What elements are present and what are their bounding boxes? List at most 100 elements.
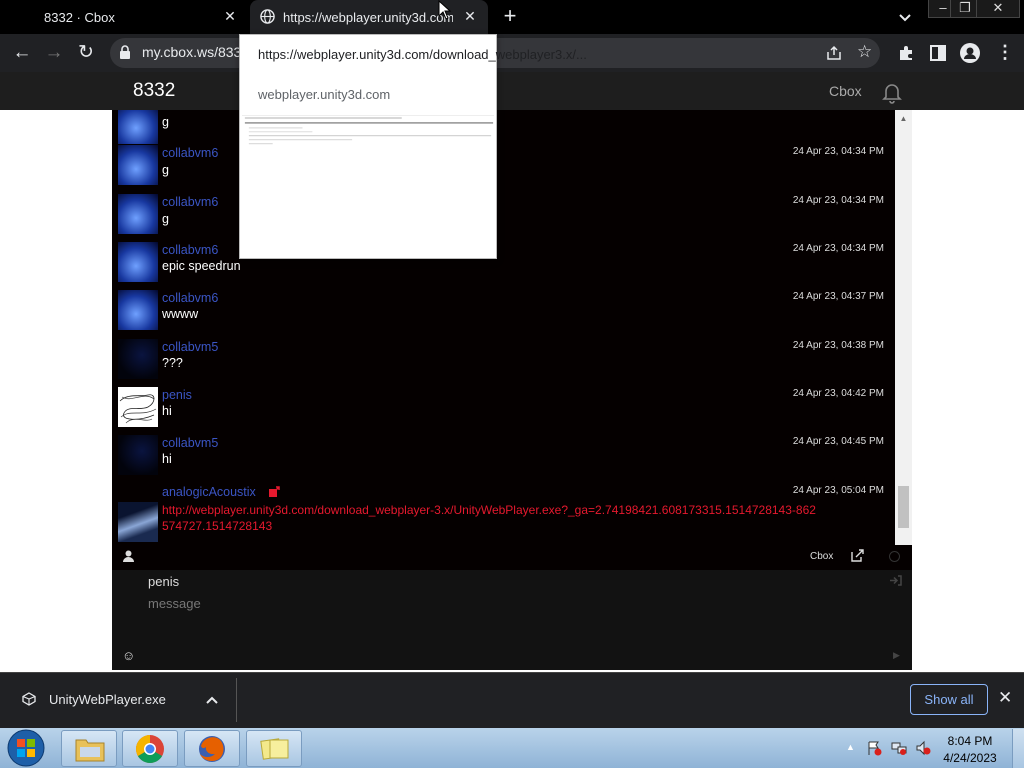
avatar [118, 110, 158, 144]
message-text: hi [162, 404, 172, 418]
scroll-up-arrow-icon[interactable]: ▲ [898, 114, 909, 124]
message-username[interactable]: collabvm6 [162, 243, 218, 257]
page-title: 8332 [133, 80, 176, 101]
avatar [118, 387, 158, 427]
tab-title: https://webplayer.unity3d.com/d [283, 9, 453, 25]
message-text: hi [162, 452, 172, 466]
system-clock[interactable]: 8:04 PM 4/24/2023 [935, 733, 1005, 767]
message-username[interactable]: collabvm5 [162, 340, 218, 354]
message-timestamp: 24 Apr 23, 04:37 PM [792, 291, 884, 302]
message-username[interactable]: analogicAcoustix [162, 485, 256, 499]
message-link[interactable]: http://webplayer.unity3d.com/download_we… [162, 502, 822, 534]
avatar [118, 290, 158, 330]
new-tab-button[interactable]: + [500, 5, 520, 27]
message-username[interactable]: collabvm6 [162, 146, 218, 160]
extensions-puzzle-icon[interactable] [897, 44, 915, 62]
name-input[interactable]: penis [148, 574, 179, 589]
loading-circle-icon [889, 551, 900, 562]
avatar [118, 194, 158, 234]
show-all-button[interactable]: Show all [910, 684, 988, 715]
taskbar-explorer-button[interactable] [61, 730, 117, 767]
message-username[interactable]: collabvm6 [162, 291, 218, 305]
reload-icon[interactable]: ↻ [75, 42, 97, 64]
tray-expand-icon[interactable]: ▲ [846, 742, 855, 752]
emoji-icon[interactable]: ☺ [122, 648, 135, 663]
back-icon[interactable]: ← [11, 42, 33, 64]
chat-footer-bar [112, 545, 912, 570]
mouse-cursor-icon [438, 0, 452, 20]
message-username[interactable]: penis [162, 388, 192, 402]
url-text[interactable]: my.cbox.ws/8332 [142, 44, 249, 60]
volume-muted-icon[interactable] [915, 740, 931, 756]
window-close-button[interactable]: ✕ [976, 0, 1020, 18]
start-button-icon[interactable] [6, 729, 46, 767]
download-filename[interactable]: UnityWebPlayer.exe [49, 692, 166, 707]
menu-kebab-icon[interactable]: ⋮ [996, 42, 1014, 63]
lock-icon[interactable] [119, 45, 131, 59]
message-text: epic speedrun [162, 259, 241, 273]
tab-unity-active[interactable]: https://webplayer.unity3d.com/d ✕ [250, 0, 488, 34]
share-icon[interactable] [825, 44, 843, 62]
side-panel-icon[interactable] [929, 44, 947, 62]
tooltip-url: https://webplayer.unity3d.com/download_w… [258, 47, 587, 62]
chat-message-list[interactable]: g collabvm6 g 24 Apr 23, 04:34 PM collab… [112, 110, 912, 545]
unity-file-icon [22, 692, 36, 706]
avatar [118, 339, 158, 379]
globe-icon [260, 9, 275, 24]
show-desktop-button[interactable] [1012, 729, 1024, 768]
message-input[interactable]: message [148, 596, 201, 611]
folder-icon [75, 739, 105, 762]
tab-close-icon[interactable]: ✕ [222, 8, 238, 24]
page-thumbnail [242, 115, 494, 255]
message-text: g [162, 163, 169, 177]
message-text: wwww [162, 307, 199, 321]
avatar [118, 145, 158, 185]
clock-date: 4/24/2023 [943, 751, 997, 765]
forward-icon[interactable]: → [43, 42, 65, 64]
taskbar-firefox-button[interactable] [184, 730, 240, 767]
tab-cbox[interactable]: 8332 · Cbox ✕ [0, 0, 248, 34]
tab-title: 8332 · Cbox [44, 9, 115, 25]
bookmark-star-icon[interactable]: ☆ [857, 42, 872, 62]
link-preview-tooltip: https://webplayer.unity3d.com/download_w… [239, 34, 587, 259]
message-timestamp: 24 Apr 23, 04:34 PM [792, 195, 884, 206]
chat-scrollbar[interactable] [895, 110, 912, 545]
divider [236, 678, 237, 722]
sign-in-icon[interactable] [889, 575, 902, 586]
cbox-footer-link[interactable]: Cbox [810, 551, 833, 562]
firefox-icon [199, 736, 225, 762]
message-text: ??? [162, 356, 183, 370]
scrollbar-thumb[interactable] [898, 486, 909, 528]
message-username[interactable]: collabvm5 [162, 436, 218, 450]
avatar [118, 435, 158, 475]
avatar [118, 242, 158, 282]
user-icon[interactable] [123, 550, 134, 562]
popout-icon[interactable] [851, 549, 864, 562]
network-icon[interactable] [891, 740, 907, 756]
avatar [118, 502, 158, 542]
message-timestamp: 24 Apr 23, 04:34 PM [792, 243, 884, 254]
message-text: g [162, 212, 169, 226]
sticky-notes-icon [260, 738, 289, 760]
tab-search-chevron-icon[interactable] [896, 8, 914, 26]
post-form [112, 570, 912, 670]
chrome-icon [136, 735, 164, 763]
external-link-icon[interactable] [268, 486, 280, 498]
message-username[interactable]: collabvm6 [162, 195, 218, 209]
taskbar-notes-button[interactable] [246, 730, 302, 767]
message-timestamp: 24 Apr 23, 04:38 PM [792, 340, 884, 351]
tab-close-icon[interactable]: ✕ [462, 8, 478, 24]
close-shelf-icon[interactable]: ✕ [998, 688, 1012, 708]
chevron-up-icon[interactable] [205, 693, 219, 707]
message-timestamp: 24 Apr 23, 04:42 PM [792, 388, 884, 399]
notification-bell-icon[interactable] [880, 80, 904, 104]
action-center-flag-icon[interactable] [866, 740, 882, 756]
profile-avatar-icon[interactable] [960, 43, 980, 63]
message-timestamp: 24 Apr 23, 05:04 PM [792, 485, 884, 496]
taskbar-chrome-button[interactable] [122, 730, 178, 767]
clock-time: 8:04 PM [947, 734, 993, 748]
send-arrow-icon[interactable]: ▶ [893, 650, 900, 661]
message-timestamp: 24 Apr 23, 04:34 PM [792, 146, 884, 157]
message-timestamp: 24 Apr 23, 04:45 PM [792, 436, 884, 447]
cbox-header-link[interactable]: Cbox [829, 83, 862, 99]
